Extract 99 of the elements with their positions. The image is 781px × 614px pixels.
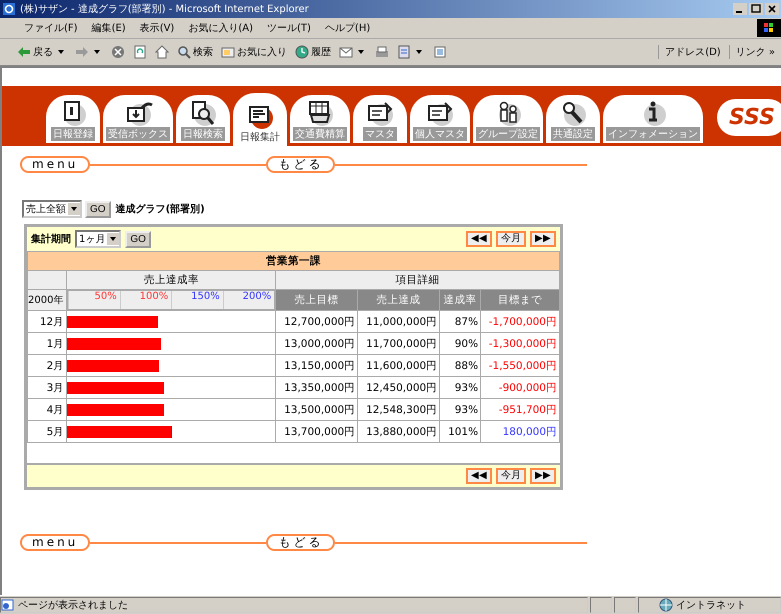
- maximize-icon[interactable]: [749, 3, 763, 15]
- refresh-icon: [133, 45, 147, 59]
- menu-item[interactable]: ツール(T): [267, 21, 311, 35]
- table-cell: -900,000円: [480, 376, 560, 398]
- stop-icon: [111, 45, 125, 59]
- mail-icon: [339, 45, 353, 59]
- right-arrow-icon: [75, 46, 89, 58]
- table-cell: 93%: [440, 398, 481, 420]
- nav-tab[interactable]: 日報集計: [233, 93, 287, 146]
- table-cell: 13,150,000円: [276, 354, 358, 376]
- globe-icon: [659, 598, 673, 612]
- previous-button[interactable]: ◀◀: [466, 468, 492, 484]
- table-cell: 87%: [440, 310, 481, 332]
- table-cell: 90%: [440, 332, 481, 354]
- page-title: 達成グラフ(部署別): [116, 202, 205, 216]
- menu-item[interactable]: お気に入り(A): [188, 21, 253, 35]
- search-icon: [177, 45, 191, 59]
- current-month-button[interactable]: 今月: [496, 468, 526, 484]
- current-month-button[interactable]: 今月: [496, 231, 526, 247]
- column-header: 売上達成率: [66, 270, 276, 290]
- caret-icon[interactable]: [416, 50, 422, 54]
- month-cell: 5月: [28, 420, 67, 442]
- table-cell: 11,700,000円: [358, 332, 440, 354]
- table-cell: 88%: [440, 354, 481, 376]
- table-cell: 13,000,000円: [276, 332, 358, 354]
- caret-icon[interactable]: [358, 50, 364, 54]
- month-cell: 4月: [28, 398, 67, 420]
- menu-item[interactable]: ヘルプ(H): [324, 21, 370, 35]
- table-cell: -951,700円: [480, 398, 560, 420]
- back-link[interactable]: もどる: [266, 534, 336, 551]
- menu-item[interactable]: 編集(E): [92, 21, 126, 35]
- go-button[interactable]: GO: [85, 200, 111, 218]
- category-select[interactable]: 売上全額: [22, 200, 82, 218]
- table-cell: 13,350,000円: [276, 376, 358, 398]
- clock-icon: [295, 45, 309, 59]
- previous-button[interactable]: ◀◀: [466, 231, 492, 247]
- next-button[interactable]: ▶▶: [530, 231, 556, 247]
- column-header: 達成率: [440, 290, 481, 310]
- menu-link[interactable]: menu: [20, 156, 90, 173]
- window-title: (株)サザン - 達成グラフ(部署別) - Microsoft Internet Explorer: [20, 2, 309, 16]
- period-select[interactable]: 1ヶ月: [75, 230, 122, 248]
- table-cell: 12,700,000円: [276, 310, 358, 332]
- toolbar-button[interactable]: 検索: [174, 43, 216, 61]
- home-icon: [155, 45, 169, 59]
- close-icon[interactable]: [765, 3, 779, 15]
- column-header: 項目詳細: [276, 270, 560, 290]
- browser-icon: [2, 2, 16, 16]
- toolbar-button[interactable]: 履歴: [292, 43, 334, 61]
- table-cell: 180,000円: [480, 420, 560, 442]
- table-cell: 13,700,000円: [276, 420, 358, 442]
- column-header: 売上目標: [276, 290, 358, 310]
- table-cell: -1,550,000円: [480, 354, 560, 376]
- company-logo: SSS: [717, 99, 781, 136]
- back-link[interactable]: もどる: [266, 156, 336, 173]
- table-cell: -1,700,000円: [480, 310, 560, 332]
- month-cell: 2月: [28, 354, 67, 376]
- table-cell: -1,300,000円: [480, 332, 560, 354]
- month-cell: 3月: [28, 376, 67, 398]
- menu-item[interactable]: 表示(V): [140, 21, 174, 35]
- table-cell: 101%: [440, 420, 481, 442]
- scale-label: 50%: [68, 291, 120, 309]
- year-cell: 2000年: [28, 290, 67, 310]
- document-icon: [433, 45, 447, 59]
- document-icon: [397, 45, 411, 59]
- menu-item[interactable]: ファイル(F): [24, 21, 78, 35]
- scale-label: 150%: [171, 291, 223, 309]
- table-cell: 11,000,000円: [358, 310, 440, 332]
- table-cell: 93%: [440, 376, 481, 398]
- toolbar-button[interactable]: お気に入り: [218, 43, 290, 61]
- period-label: 集計期間: [31, 232, 71, 246]
- table-cell: 11,600,000円: [358, 354, 440, 376]
- page-icon: [1, 599, 15, 611]
- month-cell: 12月: [28, 310, 67, 332]
- column-header: 売上達成: [358, 290, 440, 310]
- caret-icon[interactable]: [94, 50, 100, 54]
- table-cell: 13,500,000円: [276, 398, 358, 420]
- department-header: 営業第一課: [28, 252, 560, 270]
- column-header: 目標まで: [480, 290, 560, 310]
- windows-logo-icon: [757, 19, 781, 37]
- minimize-icon[interactable]: [733, 3, 747, 15]
- status-text: ページが表示されました: [0, 597, 588, 613]
- toolbar-button[interactable]: 戻る: [14, 43, 56, 61]
- scale-label: 200%: [222, 291, 274, 309]
- next-button[interactable]: ▶▶: [530, 468, 556, 484]
- menu-link[interactable]: menu: [20, 534, 90, 551]
- table-cell: 12,548,300円: [358, 398, 440, 420]
- table-cell: 13,880,000円: [358, 420, 440, 442]
- toolbar-button[interactable]: [152, 43, 172, 61]
- zone-text: イントラネット: [638, 597, 781, 613]
- links-label[interactable]: リンク »: [728, 45, 781, 59]
- go-button[interactable]: GO: [125, 230, 151, 248]
- scale-label: 100%: [120, 291, 172, 309]
- folder-icon: [221, 45, 235, 59]
- printer-icon: [375, 45, 389, 59]
- left-arrow-icon: [17, 46, 31, 58]
- caret-icon[interactable]: [58, 50, 64, 54]
- address-label[interactable]: アドレス(D): [658, 45, 727, 59]
- table-cell: 12,450,000円: [358, 376, 440, 398]
- month-cell: 1月: [28, 332, 67, 354]
